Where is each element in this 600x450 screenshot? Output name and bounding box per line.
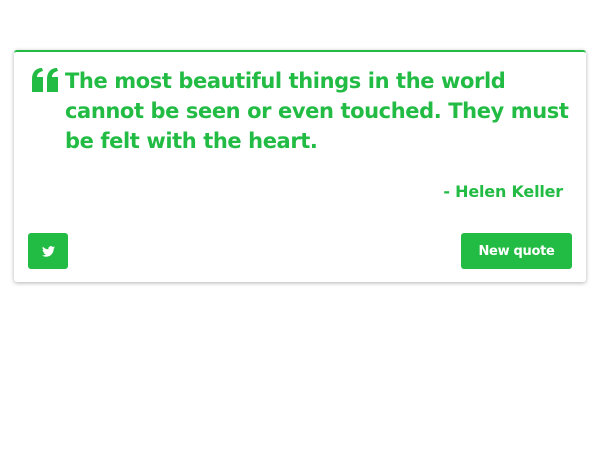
twitter-icon [41, 245, 55, 257]
tweet-button[interactable] [28, 233, 68, 269]
quote-text: The most beautiful things in the world c… [65, 69, 569, 153]
quote-card: The most beautiful things in the world c… [14, 50, 586, 282]
quote-author: - Helen Keller [443, 182, 563, 201]
new-quote-button[interactable]: New quote [461, 233, 572, 269]
page: The most beautiful things in the world c… [0, 0, 600, 450]
quote-left-icon [32, 68, 58, 92]
